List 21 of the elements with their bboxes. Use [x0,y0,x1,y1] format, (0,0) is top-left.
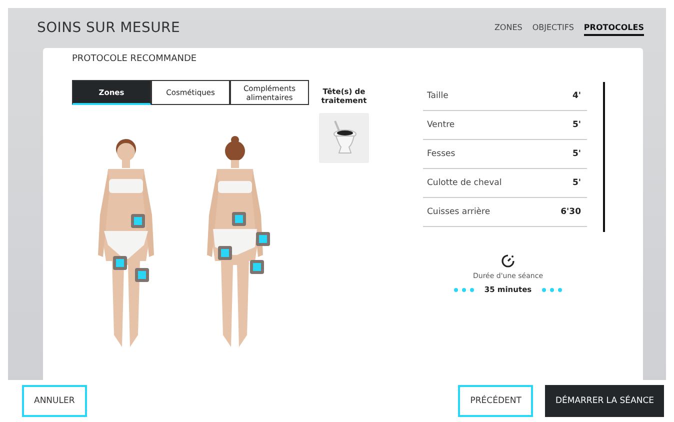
previous-button[interactable]: PRÉCÉDENT [458,385,534,417]
zone-duration: 4' [572,91,581,101]
zone-duration: 6'30 [560,207,581,217]
cancel-button[interactable]: ANNULER [22,385,87,417]
dots-icon [454,288,474,292]
zone-name: Taille [427,91,448,101]
dots-icon [542,288,562,292]
page-title: SOINS SUR MESURE [37,20,180,36]
start-session-button[interactable]: DÉMARRER LA SÉANCE [545,385,664,417]
section-title: PROTOCOLE RECOMMANDE [72,54,198,64]
zone-name: Cuisses arrière [427,207,490,217]
zone-duration: 5' [572,178,581,188]
zone-duration: 5' [572,149,581,159]
nav-tab[interactable]: ZONES [494,20,522,36]
nav-tab[interactable]: PROTOCOLES [584,20,644,36]
timer-icon [501,254,515,268]
zone-duration: 5' [572,120,581,130]
zone-name: Fesses [427,149,456,159]
zone-name: Ventre [427,120,455,130]
nav-tab[interactable]: OBJECTIFS [532,20,574,36]
zone-name: Culotte de cheval [427,178,502,188]
